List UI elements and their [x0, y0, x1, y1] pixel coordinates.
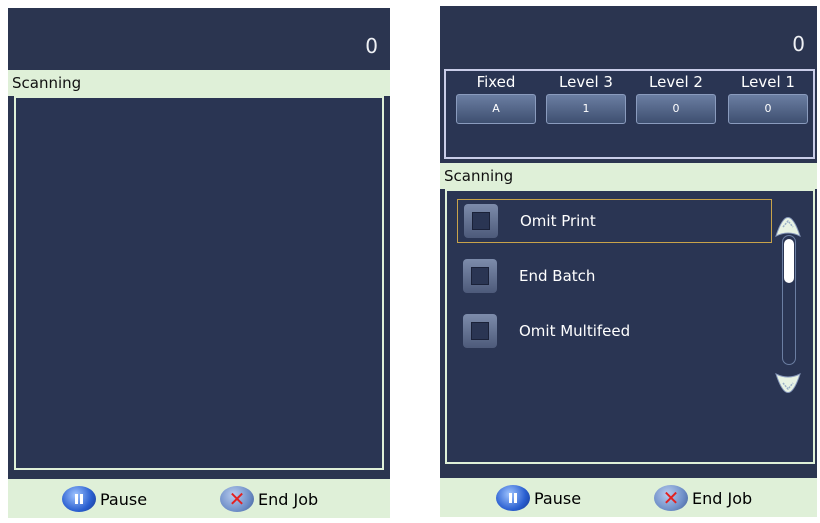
level-value: 0: [728, 94, 808, 124]
footer-bar: Pause ✕ End Job: [440, 477, 817, 517]
level-name: Level 1: [741, 73, 795, 91]
scanning-panel-right: 0 Fixed A Level 3 1 Level 2 0 Level 1 0 …: [440, 6, 817, 517]
scanning-panel-left: 0 Scanning Pause ✕ End Job: [8, 8, 390, 518]
pause-button[interactable]: Pause: [496, 482, 581, 514]
scanning-title-bar: Scanning: [8, 70, 390, 96]
pause-icon: [62, 486, 96, 512]
level-1[interactable]: Level 1 0: [726, 73, 810, 124]
checkbox[interactable]: [463, 259, 497, 293]
option-label: Omit Multifeed: [519, 322, 631, 340]
option-label: Omit Print: [520, 212, 596, 230]
scanning-title-bar: Scanning: [440, 163, 817, 189]
level-2[interactable]: Level 2 0: [634, 73, 718, 124]
scan-preview-area: [14, 96, 384, 470]
end-job-label: End Job: [258, 489, 319, 509]
level-fixed[interactable]: Fixed A: [454, 73, 538, 124]
option-end-batch[interactable]: End Batch: [457, 254, 772, 298]
scrollbar-thumb[interactable]: [784, 239, 794, 283]
checkbox[interactable]: [464, 204, 498, 238]
end-job-label: End Job: [692, 488, 753, 508]
pause-label: Pause: [534, 488, 582, 508]
close-icon: ✕: [654, 485, 688, 511]
level-value: 0: [636, 94, 716, 124]
pause-button[interactable]: Pause: [62, 483, 147, 515]
pause-label: Pause: [100, 489, 148, 509]
checkbox[interactable]: [463, 314, 497, 348]
level-counters: Fixed A Level 3 1 Level 2 0 Level 1 0: [444, 69, 815, 159]
level-value: 1: [546, 94, 626, 124]
scroll-up-icon[interactable]: [773, 203, 803, 239]
page-counter: 0: [365, 34, 378, 58]
pause-icon: [496, 485, 530, 511]
level-3[interactable]: Level 3 1: [544, 73, 628, 124]
level-name: Level 3: [559, 73, 613, 91]
level-value: A: [456, 94, 536, 124]
options-list: Omit Print End Batch Omit Multifeed: [445, 189, 815, 464]
footer-bar: Pause ✕ End Job: [8, 478, 390, 518]
option-label: End Batch: [519, 267, 596, 285]
end-job-button[interactable]: ✕ End Job: [220, 483, 318, 515]
scanning-title: Scanning: [444, 167, 514, 185]
page-counter: 0: [792, 32, 805, 56]
scroll-down-icon[interactable]: [773, 371, 803, 407]
option-omit-multifeed[interactable]: Omit Multifeed: [457, 309, 772, 353]
level-name: Level 2: [649, 73, 703, 91]
end-job-button[interactable]: ✕ End Job: [654, 482, 752, 514]
option-omit-print[interactable]: Omit Print: [457, 199, 772, 243]
scanning-title: Scanning: [12, 74, 82, 92]
level-name: Fixed: [476, 73, 516, 91]
close-icon: ✕: [220, 486, 254, 512]
